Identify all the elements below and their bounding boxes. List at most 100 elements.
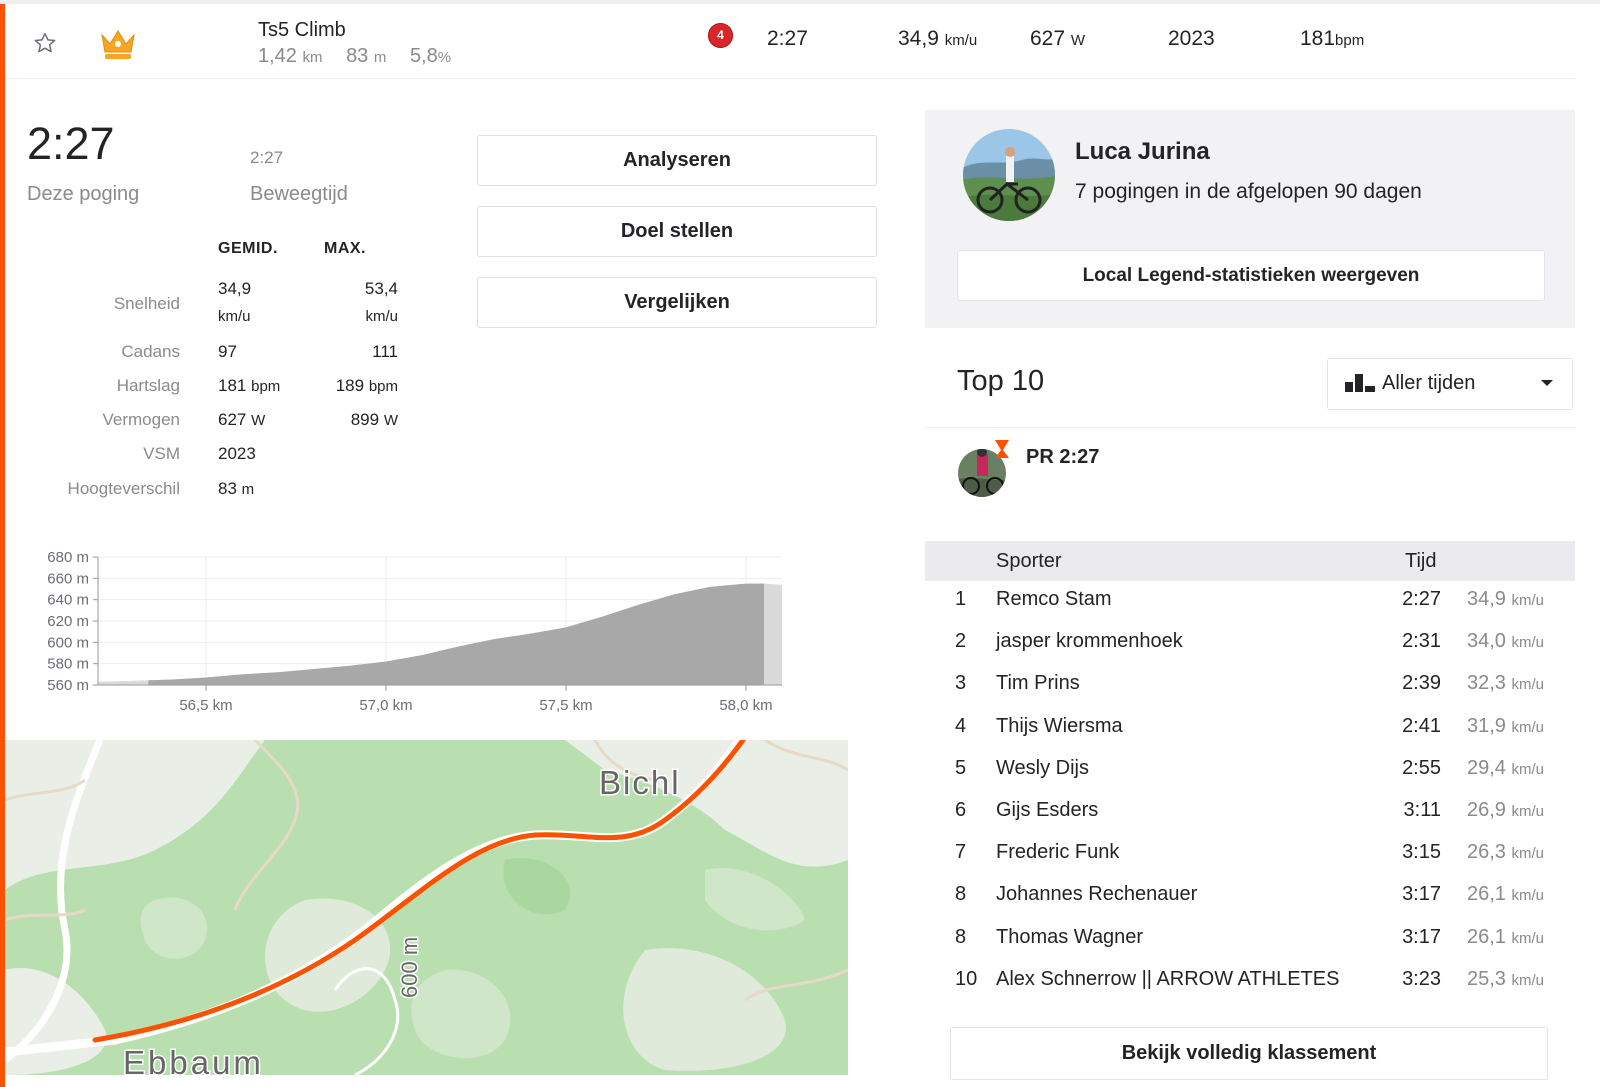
leaderboard-filter-dropdown[interactable]: Aller tijden <box>1327 358 1573 410</box>
segment-power-value: 627 <box>1030 27 1066 50</box>
legend-subtitle: 7 pogingen in de afgelopen 90 dagen <box>1075 180 1422 203</box>
stat-hr-max-value: 189 <box>335 376 365 395</box>
leaderboard-speed: 34,0 km/u <box>1467 630 1544 653</box>
segment-elevation: 83 <box>346 45 369 67</box>
leaderboard-athlete-name[interactable]: Alex Schnerrow || ARROW ATHLETES <box>996 968 1339 991</box>
leaderboard-speed-value: 34,9 <box>1466 588 1506 610</box>
segment-distance: 1,42 <box>258 45 297 67</box>
chart-y-tick-label: 620 m <box>47 613 89 630</box>
elevation-area-segment <box>148 583 764 685</box>
compare-button[interactable]: Vergelijken <box>477 277 877 328</box>
stat-hr-avg-value: 181 <box>218 376 247 395</box>
leaderboard-speed: 29,4 km/u <box>1467 757 1544 780</box>
segment-time: 2:27 <box>767 27 808 50</box>
leaderboard-speed: 26,3 km/u <box>1467 841 1544 864</box>
stat-elevation-avg-unit: m <box>241 481 255 498</box>
segment-map[interactable]: Bichl Ebbaum 600 m <box>5 740 848 1075</box>
segment-hr: 181bpm <box>1300 27 1364 51</box>
stat-hr-avg-unit: bpm <box>251 378 281 395</box>
leaderboard-filter-label: Aller tijden <box>1382 372 1476 394</box>
leaderboard-speed-value: 26,9 <box>1466 799 1506 821</box>
leaderboard-athlete-name[interactable]: Wesly Dijs <box>996 757 1089 780</box>
leaderboard-speed-value: 32,3 <box>1466 672 1506 694</box>
segment-meta: 1,42 km 83 m 5,8% <box>258 45 451 68</box>
leaderboard-rank: 7 <box>955 841 967 863</box>
legend-name[interactable]: Luca Jurina <box>1075 138 1210 166</box>
segment-speed: 34,9 km/u <box>898 27 977 51</box>
leaderboard-speed: 26,9 km/u <box>1467 799 1544 822</box>
analyze-button[interactable]: Analyseren <box>477 135 877 186</box>
segment-power: 627 W <box>1030 27 1085 51</box>
map-label-ebbaum: Ebbaum <box>123 1044 264 1075</box>
stat-power-avg-value: 627 <box>218 410 247 429</box>
leaderboard-time: 2:31 <box>1402 630 1441 652</box>
segment-vsm: 2023 <box>1168 27 1215 50</box>
leaderboard-athlete-name[interactable]: Remco Stam <box>996 588 1112 611</box>
header-time: Tijd <box>1405 550 1437 572</box>
stat-cadence-avg: 97 <box>218 342 237 361</box>
view-full-leaderboard-button[interactable]: Bekijk volledig klassement <box>950 1027 1548 1080</box>
leaderboard-athlete-name[interactable]: Frederic Funk <box>996 841 1119 864</box>
leaderboard-speed: 26,1 km/u <box>1467 926 1544 949</box>
leaderboard-speed-unit: km/u <box>1511 719 1544 736</box>
leaderboard-rank: 1 <box>955 588 967 610</box>
rank-badge: 4 <box>708 23 733 48</box>
chart-y-tick-label: 560 m <box>47 677 89 694</box>
leaderboard-time: 2:55 <box>1402 757 1441 779</box>
leaderboard-time: 3:23 <box>1402 968 1441 990</box>
leaderboard-athlete-name[interactable]: Tim Prins <box>996 672 1080 695</box>
pr-label: PR 2:27 <box>1026 446 1099 469</box>
stat-label-cadence: Cadans <box>121 342 180 361</box>
legend-stats-button[interactable]: Local Legend-statistieken weergeven <box>957 250 1545 301</box>
segment-hr-unit: bpm <box>1335 32 1365 49</box>
leaderboard-speed: 32,3 km/u <box>1467 672 1544 695</box>
leaderboard-athlete-name[interactable]: jasper krommenhoek <box>996 630 1183 653</box>
leaderboard-speed-unit: km/u <box>1511 676 1544 693</box>
leaderboard-athlete-name[interactable]: Gijs Esders <box>996 799 1098 822</box>
crown-icon <box>98 27 138 66</box>
leaderboard-athlete-name[interactable]: Thomas Wagner <box>996 926 1143 949</box>
chart-x-tick-label: 58,0 km <box>719 697 772 714</box>
leaderboard-speed-unit: km/u <box>1511 592 1544 609</box>
chart-y-tick-label: 580 m <box>47 656 89 673</box>
segment-name[interactable]: Ts5 Climb <box>258 19 346 42</box>
pr-label-text: PR <box>1026 446 1054 468</box>
leaderboard-athlete-name[interactable]: Johannes Rechenauer <box>996 883 1197 906</box>
chart-y-tick-label: 640 m <box>47 592 89 609</box>
header-athlete: Sporter <box>996 550 1062 572</box>
leaderboard-athlete-name[interactable]: Thijs Wiersma <box>996 715 1123 738</box>
leaderboard-speed-unit: km/u <box>1511 845 1544 862</box>
moving-time-label: Beweegtijd <box>250 183 348 205</box>
leaderboard-rank: 3 <box>955 672 967 694</box>
stat-power-max-unit: W <box>383 412 398 429</box>
segment-power-unit: W <box>1070 32 1086 49</box>
stat-speed-max: 53,4 <box>364 279 398 298</box>
stat-power-max-value: 899 <box>350 410 380 429</box>
leaderboard-rank: 10 <box>955 968 978 990</box>
chart-x-tick-label: 56,5 km <box>179 697 232 714</box>
segment-elevation-unit: m <box>373 49 387 66</box>
leaderboard-speed-unit: km/u <box>1511 972 1544 989</box>
stat-speed-avg-unit: km/u <box>218 308 251 325</box>
leaderboard-speed-value: 25,3 <box>1466 968 1506 990</box>
leaderboard-speed-value: 26,1 <box>1466 926 1506 948</box>
stat-speed-avg: 34,9 <box>218 279 252 298</box>
stat-hr-max: 189 bpm <box>336 376 398 396</box>
chart-y-tick-label: 680 m <box>47 549 89 566</box>
pr-flag-icon <box>995 440 1009 458</box>
moving-time: 2:27 <box>250 148 284 167</box>
leaderboard-speed-unit: km/u <box>1511 634 1544 651</box>
leaderboard-rank: 4 <box>955 715 967 737</box>
bar-chart-icon <box>1345 374 1377 397</box>
leaderboard-speed-value: 26,3 <box>1466 841 1506 863</box>
segment-grade-unit: % <box>437 49 452 66</box>
stat-speed-max-unit: km/u <box>365 308 398 325</box>
star-icon[interactable] <box>32 31 58 61</box>
pr-avatar[interactable] <box>955 440 1015 503</box>
elevation-chart[interactable]: 680 m 660 m 640 m 620 m 600 m 580 m 560 m 56,5 … <box>30 545 790 730</box>
segment-hr-value: 181 <box>1300 27 1336 50</box>
set-goal-button[interactable]: Doel stellen <box>477 206 877 257</box>
legend-avatar[interactable] <box>962 128 1056 227</box>
effort-time: 2:27 <box>27 118 115 169</box>
stat-label-speed: Snelheid <box>113 294 180 313</box>
